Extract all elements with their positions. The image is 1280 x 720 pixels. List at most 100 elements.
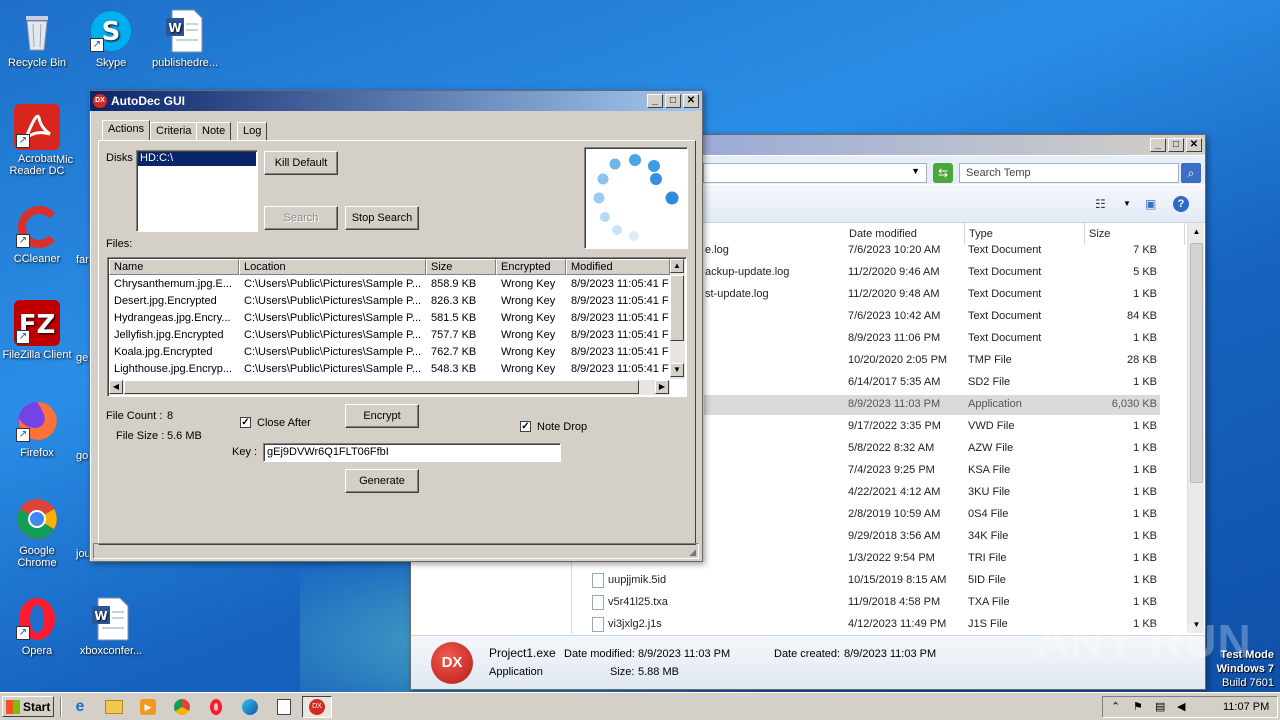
notepad-icon[interactable] [272, 696, 296, 718]
close-after-label: Close After [257, 417, 311, 429]
scrollbar-thumb[interactable] [1190, 243, 1203, 483]
file-row-cell: 8/9/2023 11:05:41 F [571, 312, 669, 324]
tab-criteria[interactable]: Criteria [150, 122, 198, 140]
column-header-location[interactable]: Location [239, 259, 426, 275]
note-drop-checkbox[interactable]: ✓ [520, 421, 531, 432]
search-input[interactable]: Search Temp [959, 163, 1179, 183]
column-header-date-modified[interactable]: Date modified [845, 223, 965, 245]
explorer-window-controls: _ □ ✕ [1150, 138, 1202, 152]
scroll-up-icon[interactable]: ▲ [670, 259, 684, 273]
details-size-value: 5.88 MB [638, 666, 679, 678]
minimize-button[interactable]: _ [647, 94, 663, 108]
explorer-row-size: 1 KB [1133, 420, 1157, 432]
show-hidden-icons-icon[interactable]: ⌃ [1111, 700, 1120, 713]
refresh-icon[interactable]: ⇆ [933, 163, 953, 183]
chevron-down-icon[interactable]: ▼ [911, 166, 920, 176]
network-icon[interactable]: ▤ [1155, 700, 1165, 713]
os-mode-text: Test Mode [1220, 649, 1274, 661]
explorer-row-type: J1S File [968, 618, 1008, 630]
disk-item[interactable]: HD:C:\ [138, 152, 256, 166]
explorer-row-type: SD2 File [968, 376, 1011, 388]
files-vertical-scrollbar[interactable]: ▲ ▼ [670, 259, 685, 379]
explorer-row-date: 5/8/2022 8:32 AM [848, 442, 935, 454]
desktop-icon-label: FileZilla Client [2, 349, 72, 361]
file-row-cell: C:\Users\Public\Pictures\Sample P... [244, 363, 422, 375]
close-after-checkbox[interactable]: ✓ [240, 417, 251, 428]
acrobat-icon: ↗ [14, 104, 60, 150]
tab-log[interactable]: Log [237, 122, 268, 140]
column-header-name[interactable]: Name [109, 259, 239, 275]
column-header-type[interactable]: Type [965, 223, 1085, 245]
desktop-icon-opera[interactable]: ↗ Opera [0, 596, 74, 657]
scroll-right-icon[interactable]: ▶ [655, 380, 669, 394]
scrollbar-thumb[interactable] [124, 380, 639, 394]
files-horizontal-scrollbar[interactable]: ◀ ▶ [109, 380, 670, 395]
dx-application-icon: DX [431, 642, 473, 684]
chrome-taskbar-icon[interactable] [170, 696, 194, 718]
desktop-icon-ccleaner[interactable]: ↗ CCleaner [0, 204, 74, 265]
desktop-icon-filezilla[interactable]: FZ ↗ FileZilla Client [0, 300, 74, 361]
files-label: Files: [106, 238, 133, 250]
disks-listbox[interactable]: HD:C:\ [136, 150, 258, 232]
file-icon [592, 617, 604, 632]
file-row-cell: Wrong Key [501, 295, 556, 307]
file-row-cell: Chrysanthemum.jpg.E... [114, 278, 232, 290]
minimize-button[interactable]: _ [1150, 138, 1166, 152]
desktop-icon-recycle-bin[interactable]: Recycle Bin [0, 8, 74, 69]
tab-actions[interactable]: Actions [102, 120, 151, 140]
address-bar[interactable]: ▼ [703, 163, 927, 183]
chevron-down-icon[interactable]: ▼ [1123, 199, 1131, 208]
desktop-icon-firefox[interactable]: ↗ Firefox [0, 398, 74, 459]
details-modified-label: Date modified: [564, 648, 635, 660]
start-button[interactable]: Start [2, 696, 54, 717]
explorer-row-size: 1 KB [1133, 376, 1157, 388]
clock[interactable]: 11:07 PM [1223, 701, 1269, 713]
maximize-button[interactable]: □ [665, 94, 681, 108]
resize-grip-icon[interactable]: ◢ [689, 547, 696, 558]
help-icon[interactable]: ? [1173, 196, 1189, 212]
stop-search-button[interactable]: Stop Search [345, 206, 419, 230]
scroll-up-icon[interactable]: ▲ [1188, 223, 1205, 240]
explorer-scrollbar[interactable]: ▲ ▼ [1187, 223, 1204, 633]
explorer-row-type: TXA File [968, 596, 1010, 608]
desktop-icon-xboxconfer[interactable]: W xboxconfer... [74, 596, 148, 657]
generate-button[interactable]: Generate [345, 469, 419, 493]
view-options-icon[interactable]: ☷ [1095, 197, 1106, 211]
key-input[interactable]: gEj9DVWr6Q1FLT06FfbI [263, 443, 561, 462]
close-button[interactable]: ✕ [1186, 138, 1202, 152]
file-row-cell: Lighthouse.jpg.Encryp... [114, 363, 233, 375]
desktop-icon-skype[interactable]: S ↗ Skype [74, 8, 148, 69]
column-header-size[interactable]: Size [1085, 223, 1185, 245]
opera-taskbar-icon[interactable] [204, 696, 228, 718]
volume-icon[interactable]: ◀ [1177, 700, 1185, 713]
preview-pane-icon[interactable]: ▣ [1145, 197, 1156, 211]
column-header-modified[interactable]: Modified [566, 259, 670, 275]
media-player-icon[interactable]: ▶ [136, 696, 160, 718]
action-center-flag-icon[interactable]: ⚑ [1133, 700, 1143, 713]
autodec-taskbar-button[interactable]: DX [302, 696, 332, 718]
column-header-size[interactable]: Size [426, 259, 496, 275]
desktop-icon-publishedre[interactable]: W publishedre... [148, 8, 222, 69]
scrollbar-thumb[interactable] [670, 275, 684, 341]
explorer-row-type: Text Document [968, 244, 1042, 256]
scroll-down-icon[interactable]: ▼ [670, 363, 684, 377]
edge-icon[interactable] [238, 696, 262, 718]
desktop-icon-chrome[interactable]: Google Chrome [0, 496, 74, 569]
close-button[interactable]: ✕ [683, 94, 699, 108]
search-icon[interactable]: ⌕ [1181, 163, 1201, 183]
desktop-icon-acrobat[interactable]: ↗ Acrobat Reader DC [0, 104, 74, 177]
column-header-encrypted[interactable]: Encrypted [496, 259, 566, 275]
desktop-icon-label: Firefox [20, 447, 54, 459]
tab-note[interactable]: Note [196, 122, 232, 140]
svg-text:W: W [94, 609, 107, 623]
maximize-button[interactable]: □ [1168, 138, 1184, 152]
explorer-row-date: 11/9/2018 4:58 PM [848, 596, 941, 608]
kill-default-button[interactable]: Kill Default [264, 151, 338, 175]
encrypt-button[interactable]: Encrypt [345, 404, 419, 428]
search-button[interactable]: Search [264, 206, 338, 230]
firefox-icon: ↗ [14, 398, 60, 444]
file-icon [592, 573, 604, 588]
scroll-left-icon[interactable]: ◀ [109, 380, 123, 394]
internet-explorer-icon[interactable]: e [68, 696, 92, 718]
file-explorer-icon[interactable] [102, 696, 126, 718]
